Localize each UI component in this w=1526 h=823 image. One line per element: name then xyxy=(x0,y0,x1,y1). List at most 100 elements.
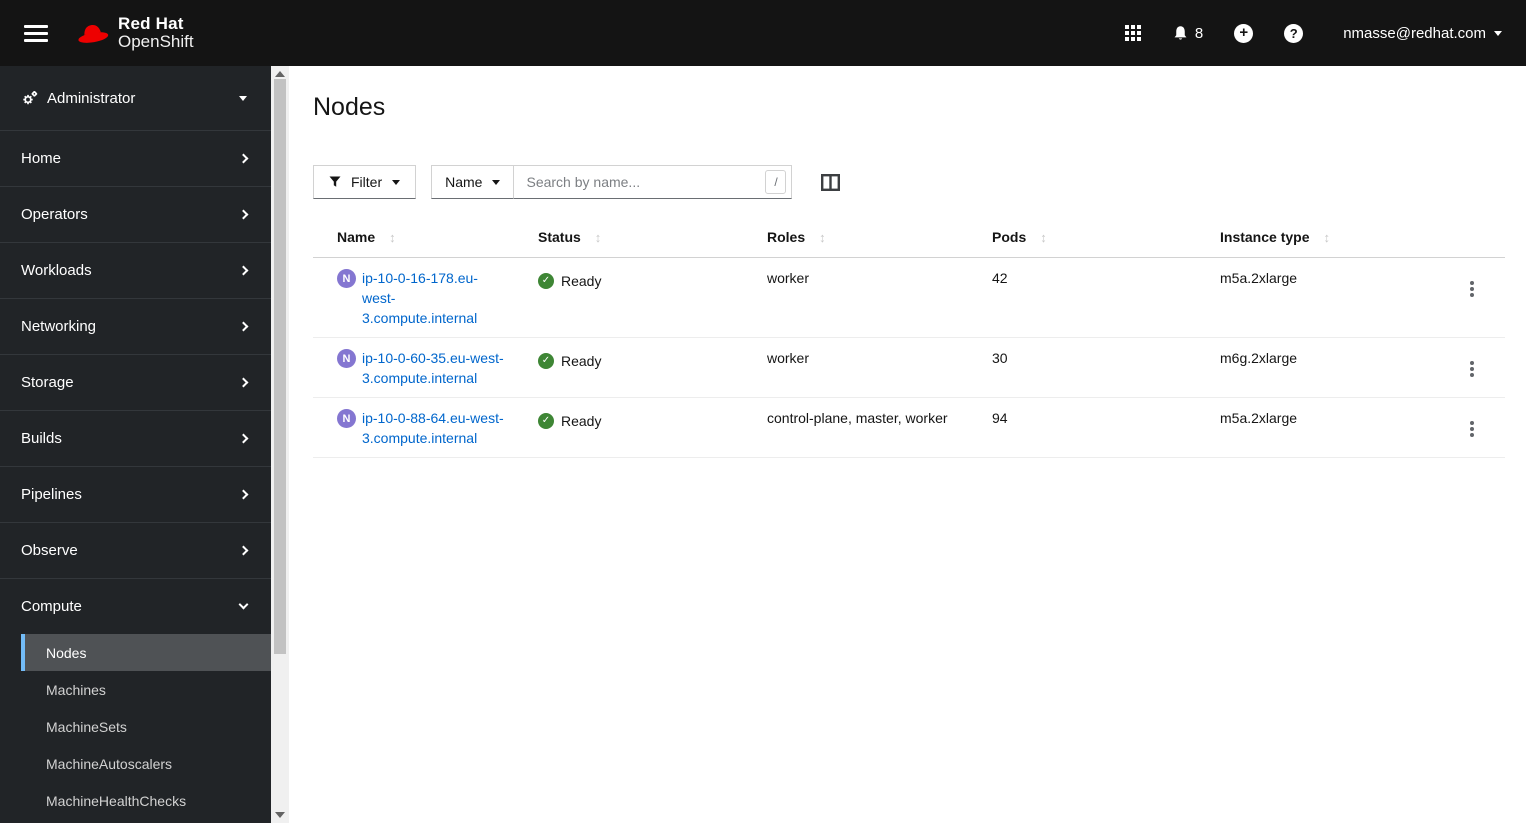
instance-type-cell: m5a.2xlarge xyxy=(1204,257,1438,338)
sidebar-item-storage[interactable]: Storage xyxy=(0,354,271,410)
toolbar: Filter Name / xyxy=(313,165,1505,199)
sort-icon[interactable]: ↕ xyxy=(819,230,826,245)
filter-label: Filter xyxy=(351,174,383,190)
compute-subnav: Nodes Machines MachineSets MachineAutosc… xyxy=(0,634,271,819)
sidebar-item-observe[interactable]: Observe xyxy=(0,522,271,578)
perspective-switcher[interactable]: Administrator xyxy=(0,66,271,130)
chevron-right-icon xyxy=(238,153,249,164)
scrollbar-thumb[interactable] xyxy=(274,79,286,654)
node-link[interactable]: ip-10-0-16-178.eu-west-3.compute.interna… xyxy=(362,268,506,328)
sidebar-item-home[interactable]: Home xyxy=(0,130,271,186)
sidebar-scrollbar[interactable] xyxy=(271,66,289,823)
app-launcher-icon[interactable] xyxy=(1124,25,1141,41)
chevron-right-icon xyxy=(238,433,249,444)
status-badge: ✓ Ready xyxy=(538,271,601,291)
manage-columns-button[interactable] xyxy=(821,173,841,191)
pods-cell: 94 xyxy=(976,397,1204,458)
sidebar-item-machinehealthchecks[interactable]: MachineHealthChecks xyxy=(21,782,271,819)
status-badge: ✓ Ready xyxy=(538,351,601,371)
column-header-instance-type[interactable]: Instance type ↕ xyxy=(1204,217,1438,258)
caret-down-icon xyxy=(392,179,401,185)
chevron-right-icon xyxy=(238,321,249,332)
sidebar-item-machinesets[interactable]: MachineSets xyxy=(21,708,271,745)
kebab-menu-button[interactable] xyxy=(1464,419,1480,439)
kebab-menu-button[interactable] xyxy=(1464,279,1480,299)
sidebar-item-builds[interactable]: Builds xyxy=(0,410,271,466)
sidebar-item-label: Pipelines xyxy=(21,486,82,503)
sidebar-subitem-label: Nodes xyxy=(46,644,87,661)
question-circle-icon: ? xyxy=(1284,23,1304,43)
sort-icon[interactable]: ↕ xyxy=(389,230,396,245)
sidebar-item-label: Workloads xyxy=(21,262,92,279)
roles-cell: worker xyxy=(751,257,976,338)
sort-icon[interactable]: ↕ xyxy=(1323,230,1330,245)
filter-funnel-icon xyxy=(329,176,341,187)
node-resource-icon: N xyxy=(337,269,356,288)
sidebar-item-pipelines[interactable]: Pipelines xyxy=(0,466,271,522)
search-input[interactable] xyxy=(514,166,766,198)
sort-icon[interactable]: ↕ xyxy=(595,230,602,245)
help-button[interactable]: ? xyxy=(1284,23,1304,43)
table-row: N ip-10-0-88-64.eu-west-3.compute.intern… xyxy=(313,397,1505,458)
sidebar-item-label: Networking xyxy=(21,318,97,335)
status-text: Ready xyxy=(561,413,602,429)
node-link[interactable]: ip-10-0-60-35.eu-west-3.compute.internal xyxy=(362,348,506,388)
user-email: nmasse@redhat.com xyxy=(1343,24,1486,42)
user-menu[interactable]: nmasse@redhat.com xyxy=(1343,25,1502,42)
sidebar-subitem-label: MachineHealthChecks xyxy=(46,792,187,809)
sidebar-subitem-label: MachineAutoscalers xyxy=(46,755,173,772)
sidebar-item-label: Observe xyxy=(21,542,78,559)
sidebar-item-networking[interactable]: Networking xyxy=(0,298,271,354)
add-button[interactable]: + xyxy=(1234,23,1254,43)
status-text: Ready xyxy=(561,273,602,289)
sidebar-item-workloads[interactable]: Workloads xyxy=(0,242,271,298)
filter-attribute-dropdown[interactable]: Name xyxy=(431,165,515,199)
sidebar-item-machines[interactable]: Machines xyxy=(21,671,271,708)
chevron-down-icon xyxy=(1494,30,1502,36)
sidebar-item-machineautoscalers[interactable]: MachineAutoscalers xyxy=(21,745,271,782)
sidebar-item-operators[interactable]: Operators xyxy=(0,186,271,242)
check-circle-icon: ✓ xyxy=(538,413,554,429)
main-content: Nodes Filter Name / xyxy=(289,66,1526,823)
gears-icon xyxy=(21,90,38,107)
table-row: N ip-10-0-16-178.eu-west-3.compute.inter… xyxy=(313,257,1505,338)
column-header-roles[interactable]: Roles ↕ xyxy=(751,217,976,258)
sidebar-item-nodes[interactable]: Nodes xyxy=(21,634,271,671)
notifications-button[interactable]: 8 xyxy=(1172,25,1203,42)
node-link[interactable]: ip-10-0-88-64.eu-west-3.compute.internal xyxy=(362,408,506,448)
chevron-down-icon xyxy=(238,599,249,610)
caret-down-icon xyxy=(239,95,247,101)
sidebar-item-compute[interactable]: Compute xyxy=(0,578,271,634)
menu-icon[interactable] xyxy=(24,21,48,46)
filter-dropdown[interactable]: Filter xyxy=(313,165,417,199)
nodes-table: Name ↕ Status ↕ Roles ↕ Pods ↕ Instance type… xyxy=(313,217,1505,458)
brand-logo[interactable]: Red Hat OpenShift xyxy=(76,15,194,51)
kebab-menu-button[interactable] xyxy=(1464,359,1480,379)
check-circle-icon: ✓ xyxy=(538,353,554,369)
chevron-right-icon xyxy=(238,265,249,276)
sort-icon[interactable]: ↕ xyxy=(1040,230,1047,245)
sidebar-subitem-label: MachineSets xyxy=(46,718,127,735)
roles-cell: control-plane, master, worker xyxy=(751,397,976,458)
sidebar-nav: Administrator Home Operators Workloads N… xyxy=(0,66,271,823)
node-resource-icon: N xyxy=(337,409,356,428)
column-header-pods[interactable]: Pods ↕ xyxy=(976,217,1204,258)
table-header-row: Name ↕ Status ↕ Roles ↕ Pods ↕ Instance type… xyxy=(313,217,1505,258)
scroll-down-icon[interactable] xyxy=(275,812,285,818)
red-hat-fedora-icon xyxy=(78,24,109,43)
column-header-status[interactable]: Status ↕ xyxy=(522,217,751,258)
plus-circle-icon: + xyxy=(1234,23,1254,43)
chevron-right-icon xyxy=(238,209,249,220)
roles-cell: worker xyxy=(751,337,976,398)
column-header-name[interactable]: Name ↕ xyxy=(313,217,522,258)
brand-product: OpenShift xyxy=(118,32,194,51)
pods-cell: 42 xyxy=(976,257,1204,338)
sidebar-item-label: Operators xyxy=(21,206,88,223)
bell-icon xyxy=(1174,25,1187,40)
chevron-right-icon xyxy=(238,489,249,500)
instance-type-cell: m6g.2xlarge xyxy=(1204,337,1438,398)
instance-type-cell: m5a.2xlarge xyxy=(1204,397,1438,458)
scroll-up-icon[interactable] xyxy=(275,71,285,77)
sidebar-item-label: Builds xyxy=(21,430,62,447)
pods-cell: 30 xyxy=(976,337,1204,398)
